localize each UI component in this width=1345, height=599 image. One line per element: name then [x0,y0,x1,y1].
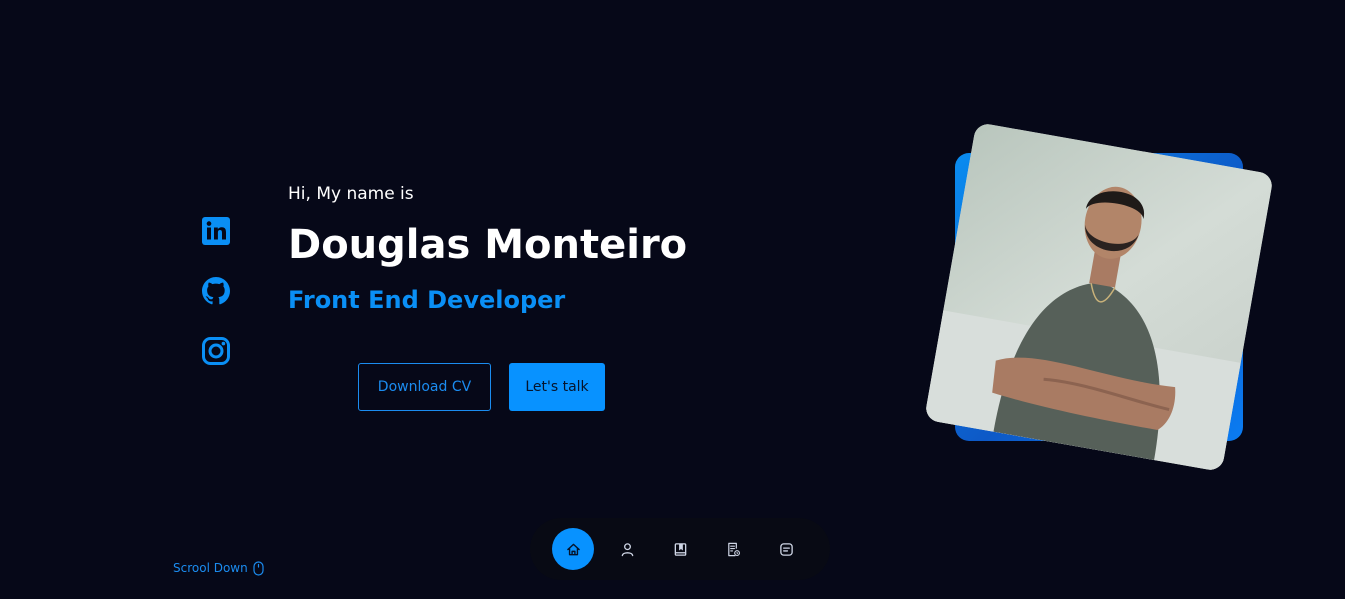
nav-portfolio[interactable] [712,528,754,570]
instagram-link[interactable] [200,335,232,367]
social-links [200,215,232,395]
hero-role: Front End Developer [288,286,566,314]
scroll-down-label: Scrool Down [173,561,248,575]
github-icon [202,277,230,305]
profile-photo [924,122,1274,472]
home-icon [566,543,580,555]
message-icon [779,542,793,556]
linkedin-icon [202,217,230,245]
github-link[interactable] [200,275,232,307]
mouse-icon [253,560,264,576]
book-icon [674,542,686,556]
instagram-icon [202,337,230,365]
greeting-text: Hi, My name is [288,184,414,204]
portfolio-icon [727,542,740,556]
nav-about[interactable] [606,528,648,570]
bottom-nav [530,518,830,580]
nav-contact[interactable] [765,528,807,570]
lets-talk-button[interactable]: Let's talk [509,363,605,411]
user-icon [621,542,633,556]
hero-name: Douglas Monteiro [288,222,688,268]
nav-experience[interactable] [659,528,701,570]
nav-home[interactable] [552,528,594,570]
download-cv-button[interactable]: Download CV [358,363,491,411]
linkedin-link[interactable] [200,215,232,247]
home-section: Hi, My name is Douglas Monteiro Front En… [0,0,1345,599]
scroll-down-link[interactable]: Scrool Down [173,560,264,576]
